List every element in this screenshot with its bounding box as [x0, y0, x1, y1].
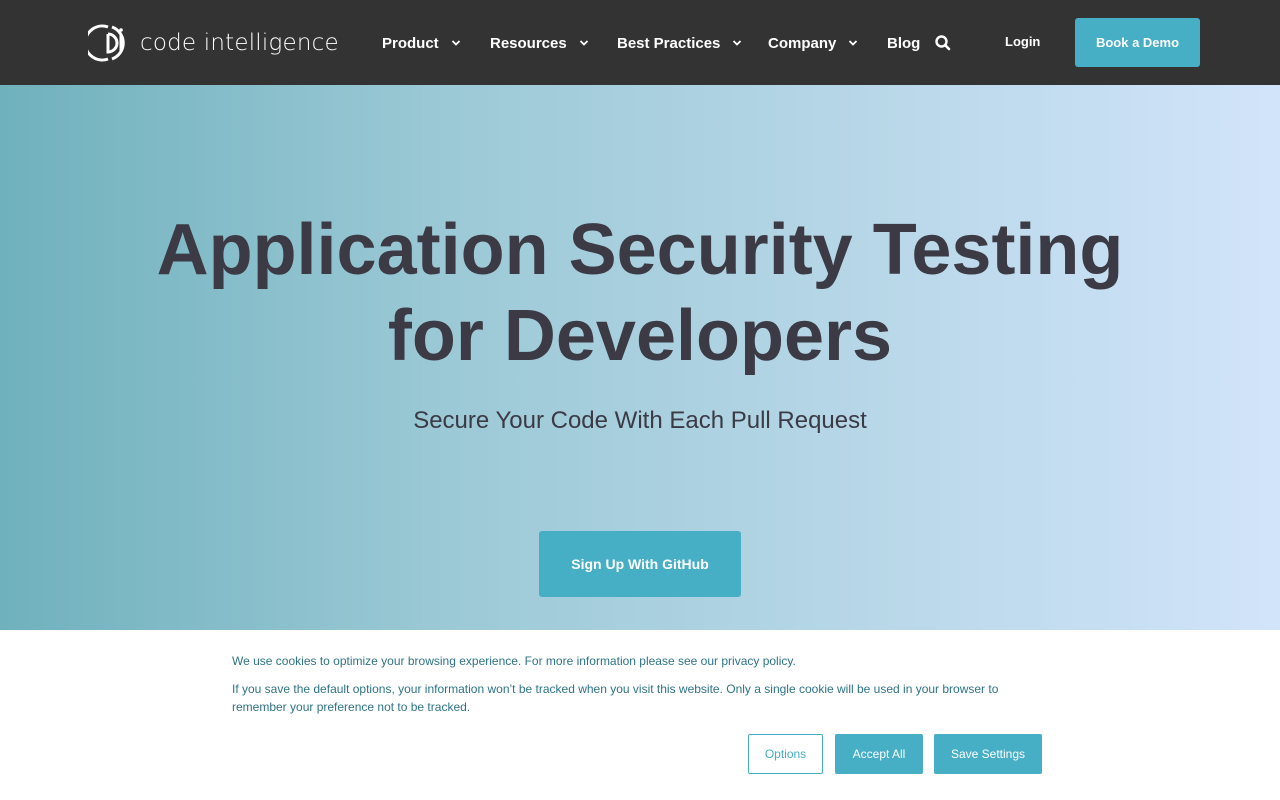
cookie-notice-text: We use cookies to optimize your browsing…	[232, 652, 1032, 670]
nav-best-practices-label: Best Practices	[617, 34, 721, 52]
hero-title: Application Security Testing for Develop…	[0, 207, 1280, 379]
nav-company[interactable]: Company	[768, 32, 858, 54]
login-link[interactable]: Login	[1005, 34, 1040, 49]
nav-product[interactable]: Product	[382, 32, 461, 54]
nav-resources[interactable]: Resources	[490, 32, 589, 54]
site-header: code intelligence Product Resources Best…	[0, 0, 1280, 85]
nav-product-label: Product	[382, 34, 439, 52]
logo-icon	[88, 24, 125, 62]
nav-blog-label: Blog	[887, 34, 921, 52]
chevron-down-icon	[849, 40, 858, 46]
cookie-intro-text: We use cookies to optimize your browsing…	[232, 654, 722, 668]
hero-title-line-1: Application Security Testing	[156, 210, 1124, 290]
cookie-accept-all-button[interactable]: Accept All	[835, 734, 923, 774]
nav-blog[interactable]: Blog	[887, 32, 920, 54]
chevron-down-icon	[451, 40, 460, 46]
cookie-options-button[interactable]: Options	[748, 734, 823, 774]
cookie-banner: We use cookies to optimize your browsing…	[0, 630, 1280, 800]
privacy-policy-link[interactable]: privacy policy	[721, 654, 792, 668]
cookie-period: .	[792, 654, 796, 668]
logo[interactable]: code intelligence	[88, 22, 339, 64]
logo-text: code intelligence	[140, 30, 339, 56]
cookie-save-settings-button[interactable]: Save Settings	[934, 734, 1042, 774]
github-signup-button[interactable]: Sign Up With GitHub	[539, 531, 741, 597]
book-demo-button[interactable]: Book a Demo	[1075, 18, 1200, 67]
hero-title-line-2: for Developers	[387, 296, 893, 376]
cookie-default-text: If you save the default options, your in…	[232, 682, 999, 714]
hero-subtitle: Secure Your Code With Each Pull Request	[413, 407, 867, 434]
nav-resources-label: Resources	[490, 34, 567, 52]
nav-company-label: Company	[768, 34, 837, 52]
hero-section: Application Security Testing for Develop…	[0, 85, 1280, 630]
chevron-down-icon	[733, 40, 742, 46]
chevron-down-icon	[579, 40, 588, 46]
search-icon[interactable]	[934, 34, 952, 52]
nav-best-practices[interactable]: Best Practices	[617, 32, 742, 54]
